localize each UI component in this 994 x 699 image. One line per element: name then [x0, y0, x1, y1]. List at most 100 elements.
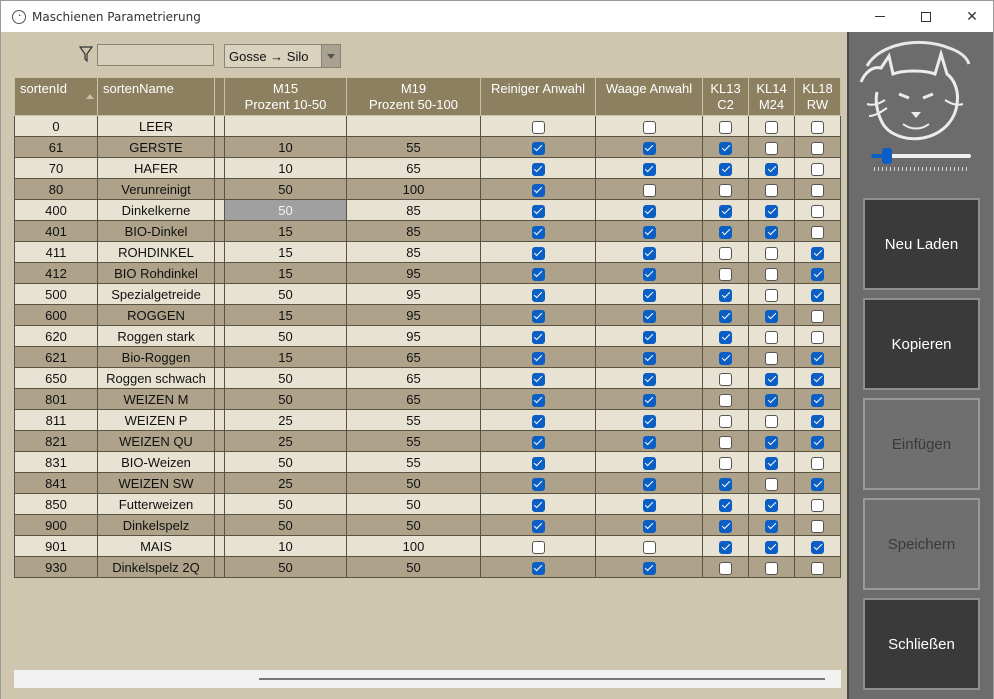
cell-id[interactable]: 0 — [14, 115, 98, 137]
waage-checkbox[interactable] — [642, 414, 656, 428]
waage-checkbox[interactable] — [642, 435, 656, 449]
kl13-checkbox[interactable] — [719, 141, 732, 155]
cell-m15[interactable]: 50 — [224, 325, 347, 347]
kl13-checkbox[interactable] — [719, 477, 732, 491]
reiniger-checkbox[interactable] — [531, 498, 545, 512]
cell-m15[interactable]: 50 — [224, 199, 347, 221]
cell-m19[interactable]: 55 — [346, 451, 481, 473]
cell-m15[interactable]: 15 — [224, 346, 347, 368]
cell-m15[interactable]: 25 — [224, 409, 347, 431]
kl13-checkbox[interactable] — [719, 246, 732, 260]
cell-name[interactable]: ROGGEN — [97, 304, 215, 326]
kl13-checkbox[interactable] — [719, 435, 732, 449]
reiniger-checkbox[interactable] — [531, 330, 545, 344]
kl18-checkbox[interactable] — [811, 225, 824, 239]
table-row[interactable]: 901 MAIS 10 100 — [14, 535, 841, 557]
kl13-checkbox[interactable] — [719, 498, 732, 512]
reiniger-checkbox[interactable] — [531, 183, 545, 197]
kl14-checkbox[interactable] — [765, 246, 778, 260]
cell-m19[interactable]: 50 — [346, 556, 481, 578]
minimize-button[interactable] — [857, 1, 903, 32]
kl13-checkbox[interactable] — [719, 540, 732, 554]
cell-name[interactable]: MAIS — [97, 535, 215, 557]
column-header[interactable]: M15 Prozent 10-50 — [224, 77, 347, 116]
direction-select[interactable]: Gosse → Silo — [224, 44, 341, 68]
cell-name[interactable]: Roggen stark — [97, 325, 215, 347]
reiniger-checkbox[interactable] — [531, 225, 545, 239]
kl18-checkbox[interactable] — [811, 246, 824, 260]
cell-m19[interactable]: 65 — [346, 346, 481, 368]
kl13-checkbox[interactable] — [719, 393, 732, 407]
reiniger-checkbox[interactable] — [531, 204, 545, 218]
kl18-checkbox[interactable] — [811, 309, 824, 323]
table-row[interactable]: 831 BIO-Weizen 50 55 — [14, 451, 841, 473]
kl14-checkbox[interactable] — [765, 288, 778, 302]
reiniger-checkbox[interactable] — [531, 267, 545, 281]
kl18-checkbox[interactable] — [811, 330, 824, 344]
table-row[interactable]: 841 WEIZEN SW 25 50 — [14, 472, 841, 494]
kl18-checkbox[interactable] — [811, 498, 824, 512]
column-header[interactable]: sortenId — [14, 77, 98, 116]
table-row[interactable]: 61 GERSTE 10 55 — [14, 136, 841, 158]
kl13-checkbox[interactable] — [719, 414, 732, 428]
cell-m19[interactable]: 85 — [346, 220, 481, 242]
waage-checkbox[interactable] — [642, 309, 656, 323]
reiniger-checkbox[interactable] — [531, 414, 545, 428]
kl18-checkbox[interactable] — [811, 393, 824, 407]
reload-button[interactable]: Neu Laden — [863, 198, 980, 290]
reiniger-checkbox[interactable] — [531, 561, 545, 575]
kl14-checkbox[interactable] — [765, 540, 778, 554]
cell-m19[interactable]: 55 — [346, 136, 481, 158]
table-row[interactable]: 600 ROGGEN 15 95 — [14, 304, 841, 326]
cell-m19[interactable]: 65 — [346, 157, 481, 179]
cell-m19[interactable]: 100 — [346, 178, 481, 200]
cell-m15[interactable]: 50 — [224, 178, 347, 200]
kl18-checkbox[interactable] — [811, 435, 824, 449]
kl14-checkbox[interactable] — [765, 372, 778, 386]
kl14-checkbox[interactable] — [765, 351, 778, 365]
cell-name[interactable]: BIO-Dinkel — [97, 220, 215, 242]
waage-checkbox[interactable] — [642, 519, 656, 533]
waage-checkbox[interactable] — [642, 225, 656, 239]
kl13-checkbox[interactable] — [719, 204, 732, 218]
filter-input[interactable] — [97, 44, 214, 66]
cell-id[interactable]: 811 — [14, 409, 98, 431]
waage-checkbox[interactable] — [642, 330, 656, 344]
table-row[interactable]: 900 Dinkelspelz 50 50 — [14, 514, 841, 536]
column-header[interactable]: Reiniger Anwahl — [480, 77, 596, 116]
reiniger-checkbox[interactable] — [531, 309, 545, 323]
cell-m19[interactable]: 50 — [346, 493, 481, 515]
kl14-checkbox[interactable] — [765, 393, 778, 407]
cell-id[interactable]: 412 — [14, 262, 98, 284]
horizontal-scrollbar[interactable] — [14, 670, 841, 688]
cell-m15[interactable]: 25 — [224, 430, 347, 452]
column-header[interactable]: KL13 C2 — [702, 77, 749, 116]
cell-m19[interactable]: 55 — [346, 430, 481, 452]
waage-checkbox[interactable] — [642, 141, 656, 155]
cell-m15[interactable] — [224, 115, 347, 137]
cell-m19[interactable]: 95 — [346, 304, 481, 326]
table-row[interactable]: 411 ROHDINKEL 15 85 — [14, 241, 841, 263]
reiniger-checkbox[interactable] — [531, 288, 545, 302]
cell-m15[interactable]: 15 — [224, 220, 347, 242]
waage-checkbox[interactable] — [642, 477, 656, 491]
cell-m15[interactable]: 15 — [224, 262, 347, 284]
kl18-checkbox[interactable] — [811, 477, 824, 491]
cell-id[interactable]: 650 — [14, 367, 98, 389]
kl13-checkbox[interactable] — [719, 288, 732, 302]
table-row[interactable]: 850 Futterweizen 50 50 — [14, 493, 841, 515]
column-header[interactable]: Waage Anwahl — [595, 77, 703, 116]
cell-m15[interactable]: 50 — [224, 514, 347, 536]
cell-m19[interactable]: 65 — [346, 367, 481, 389]
kl18-checkbox[interactable] — [811, 267, 824, 281]
kl14-checkbox[interactable] — [765, 267, 778, 281]
reiniger-checkbox[interactable] — [531, 120, 545, 134]
cell-name[interactable]: GERSTE — [97, 136, 215, 158]
kl14-checkbox[interactable] — [765, 309, 778, 323]
paste-button[interactable]: Einfügen — [863, 398, 980, 490]
cell-m19[interactable]: 95 — [346, 262, 481, 284]
cell-id[interactable]: 801 — [14, 388, 98, 410]
kl13-checkbox[interactable] — [719, 456, 732, 470]
cell-name[interactable]: Dinkelkerne — [97, 199, 215, 221]
reiniger-checkbox[interactable] — [531, 141, 545, 155]
